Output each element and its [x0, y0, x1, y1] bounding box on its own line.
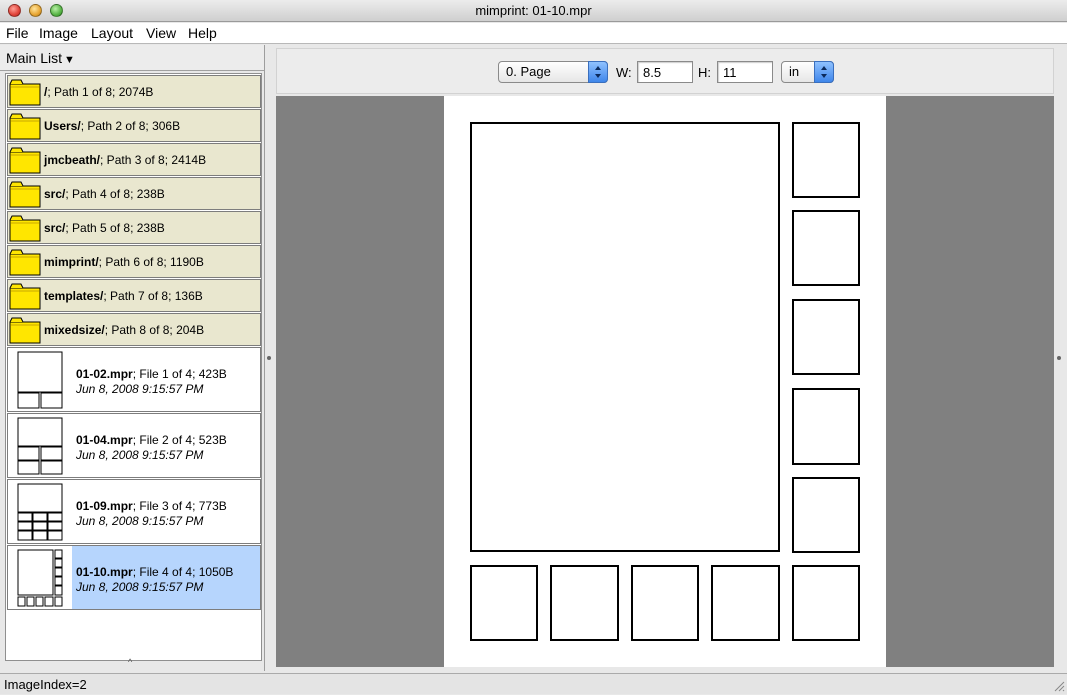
- list-selector[interactable]: Main List ▼: [0, 45, 264, 71]
- directory-name: jmcbeath/: [44, 153, 101, 167]
- file-row[interactable]: 01-02.mpr; File 1 of 4; 423B Jun 8, 2008…: [7, 347, 261, 412]
- folder-icon: [9, 317, 41, 344]
- updown-arrows-icon: [588, 61, 608, 83]
- layout-canvas[interactable]: [276, 96, 1054, 667]
- menu-file[interactable]: File: [6, 23, 29, 44]
- updown-arrows-icon: [814, 61, 834, 83]
- directory-name: src/: [44, 221, 66, 235]
- file-list[interactable]: /; Path 1 of 8; 2074B Users/; Path 2 of …: [5, 73, 262, 661]
- folder-icon: [9, 79, 41, 106]
- file-date: Jun 8, 2008 9:15:57 PM: [76, 580, 204, 594]
- image-frame[interactable]: [792, 299, 860, 375]
- unit-select-value: in: [789, 64, 800, 79]
- directory-name: Users/: [44, 119, 81, 133]
- directory-info: ; Path 6 of 8; 1190B: [98, 255, 204, 269]
- scroll-up-icon[interactable]: ^: [128, 657, 132, 667]
- directory-info: ; Path 3 of 8; 2414B: [100, 153, 207, 167]
- image-frame[interactable]: [711, 565, 780, 641]
- file-name: 01-02.mpr: [76, 367, 133, 381]
- height-input[interactable]: [717, 61, 773, 83]
- zoom-window-button[interactable]: [50, 4, 63, 17]
- list-selector-label: Main List: [6, 50, 63, 66]
- layout-thumbnail-icon: [17, 549, 63, 607]
- file-name: 01-09.mpr: [76, 499, 133, 513]
- directory-name: templates/: [44, 289, 104, 303]
- file-row-selected[interactable]: 01-10.mpr; File 4 of 4; 1050B Jun 8, 200…: [7, 545, 261, 610]
- file-date: Jun 8, 2008 9:15:57 PM: [76, 382, 204, 396]
- layout-thumbnail-icon: [17, 483, 63, 541]
- status-text: ImageIndex=2: [4, 677, 87, 692]
- directory-row[interactable]: templates/; Path 7 of 8; 136B: [7, 279, 261, 312]
- file-meta: ; File 2 of 4; 523B: [132, 433, 227, 447]
- directory-row[interactable]: Users/; Path 2 of 8; 306B: [7, 109, 261, 142]
- directory-row[interactable]: mixedsize/; Path 8 of 8; 204B: [7, 313, 261, 346]
- menu-help[interactable]: Help: [188, 23, 217, 44]
- directory-row[interactable]: jmcbeath/; Path 3 of 8; 2414B: [7, 143, 261, 176]
- menu-image[interactable]: Image: [39, 23, 78, 44]
- list-panel: Main List ▼ /; Path 1 of 8; 2074B Users/;…: [0, 45, 265, 671]
- page-select[interactable]: 0. Page: [498, 61, 608, 83]
- layout-toolbar: 0. Page W: H: in: [276, 48, 1054, 94]
- folder-icon: [9, 249, 41, 276]
- image-frame[interactable]: [792, 210, 860, 286]
- unit-select[interactable]: in: [781, 61, 834, 83]
- file-name: 01-10.mpr: [76, 565, 133, 579]
- splitter-handle-right[interactable]: [1057, 356, 1061, 360]
- title-bar: mimprint: 01-10.mpr: [0, 0, 1067, 22]
- image-frame[interactable]: [631, 565, 699, 641]
- page-select-value: 0. Page: [506, 64, 551, 79]
- menu-layout[interactable]: Layout: [91, 23, 133, 44]
- directory-info: ; Path 5 of 8; 238B: [65, 221, 165, 235]
- width-input[interactable]: [637, 61, 693, 83]
- file-row[interactable]: 01-09.mpr; File 3 of 4; 773B Jun 8, 2008…: [7, 479, 261, 544]
- minimize-window-button[interactable]: [29, 4, 42, 17]
- file-name: 01-04.mpr: [76, 433, 133, 447]
- image-frame[interactable]: [792, 477, 860, 553]
- layout-thumbnail-icon: [17, 417, 63, 475]
- file-meta: ; File 1 of 4; 423B: [132, 367, 227, 381]
- menu-bar: File Image Layout View Help: [0, 23, 1067, 44]
- file-date: Jun 8, 2008 9:15:57 PM: [76, 448, 204, 462]
- image-frame[interactable]: [550, 565, 619, 641]
- directory-row[interactable]: mimprint/; Path 6 of 8; 1190B: [7, 245, 261, 278]
- height-label: H:: [698, 65, 711, 80]
- directory-info: ; Path 4 of 8; 238B: [65, 187, 165, 201]
- image-frame[interactable]: [792, 122, 860, 198]
- directory-name: mixedsize/: [44, 323, 105, 337]
- resize-grip-icon[interactable]: [1052, 679, 1065, 692]
- directory-row[interactable]: src/; Path 4 of 8; 238B: [7, 177, 261, 210]
- directory-row[interactable]: /; Path 1 of 8; 2074B: [7, 75, 261, 108]
- image-frame[interactable]: [470, 565, 538, 641]
- directory-info: ; Path 1 of 8; 2074B: [47, 85, 154, 99]
- layout-thumbnail-icon: [17, 351, 63, 409]
- file-meta: ; File 4 of 4; 1050B: [132, 565, 234, 579]
- directory-info: ; Path 2 of 8; 306B: [80, 119, 181, 133]
- triangle-down-icon: ▼: [64, 54, 75, 66]
- folder-icon: [9, 283, 41, 310]
- folder-icon: [9, 181, 41, 208]
- folder-icon: [9, 113, 41, 140]
- image-frame[interactable]: [792, 565, 860, 641]
- folder-icon: [9, 147, 41, 174]
- page[interactable]: [444, 96, 886, 667]
- directory-info: ; Path 7 of 8; 136B: [103, 289, 203, 303]
- image-frame-main[interactable]: [470, 122, 780, 552]
- file-row[interactable]: 01-04.mpr; File 2 of 4; 523B Jun 8, 2008…: [7, 413, 261, 478]
- menu-view[interactable]: View: [146, 23, 176, 44]
- folder-icon: [9, 215, 41, 242]
- file-meta: ; File 3 of 4; 773B: [132, 499, 227, 513]
- status-bar: ImageIndex=2: [0, 673, 1067, 694]
- directory-row[interactable]: src/; Path 5 of 8; 238B: [7, 211, 261, 244]
- file-date: Jun 8, 2008 9:15:57 PM: [76, 514, 204, 528]
- directory-name: mimprint/: [44, 255, 99, 269]
- close-window-button[interactable]: [8, 4, 21, 17]
- splitter-handle[interactable]: [267, 356, 271, 360]
- window-title: mimprint: 01-10.mpr: [475, 3, 592, 18]
- width-label: W:: [616, 65, 632, 80]
- image-frame[interactable]: [792, 388, 860, 465]
- directory-name: src/: [44, 187, 66, 201]
- directory-info: ; Path 8 of 8; 204B: [104, 323, 205, 337]
